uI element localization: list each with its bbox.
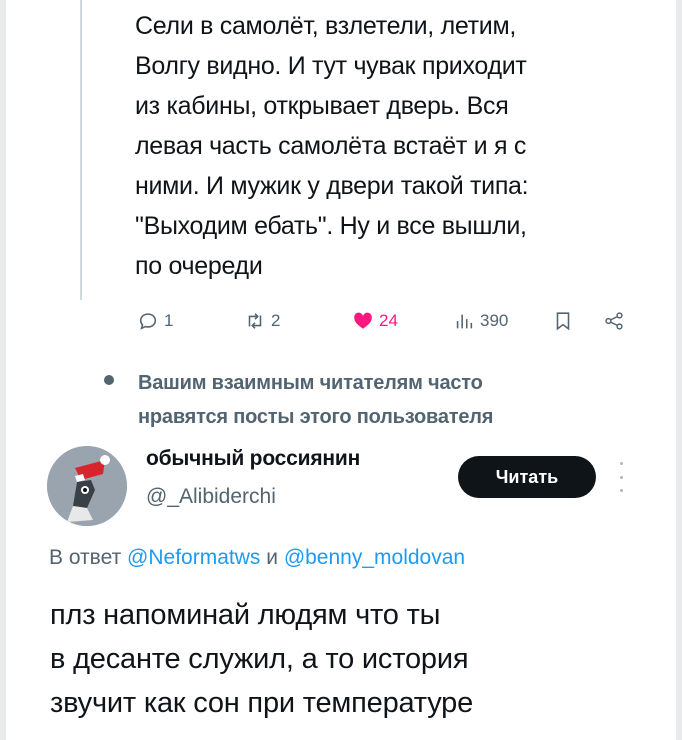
reply-prefix: В ответ xyxy=(49,546,122,569)
follow-button[interactable]: Читать xyxy=(458,456,596,498)
share-icon xyxy=(605,312,623,330)
bookmark-button[interactable] xyxy=(552,306,574,336)
reply-line: звучит как сон при температуре xyxy=(50,687,474,719)
retweet-count: 2 xyxy=(271,311,281,330)
tweet-actions-bar: 1 2 24 390 xyxy=(0,306,682,336)
right-frame-edge xyxy=(676,0,682,740)
thread-line xyxy=(80,0,82,300)
notice-line: нравятся посты этого пользователя xyxy=(138,406,494,428)
avatar[interactable] xyxy=(47,446,127,526)
reply-line: в десанте служил, а то история xyxy=(50,643,469,675)
user-display-name[interactable]: обычный россиянин xyxy=(146,447,360,471)
views-button[interactable]: 390 xyxy=(453,306,508,336)
tweet-body: Сели в самолёт, взлетели, летим, Волгу в… xyxy=(135,6,655,286)
tweet-line: по очереди xyxy=(135,252,263,280)
notice-line: Вашим взаимным читателям часто xyxy=(138,372,483,394)
avatar-image xyxy=(47,446,127,526)
heart-icon xyxy=(354,312,372,329)
bookmark-icon xyxy=(556,312,570,331)
reply-button[interactable]: 1 xyxy=(137,306,173,336)
reply-conjunction: и xyxy=(266,546,278,569)
reply-body: плз напоминай людям что ты в десанте слу… xyxy=(50,593,670,725)
heart-icon xyxy=(104,375,114,385)
mention-link[interactable]: @Neformatws xyxy=(127,546,260,569)
tweet-line: из кабины, открывает дверь. Вся xyxy=(135,92,509,120)
views-icon xyxy=(456,314,473,329)
reply-icon xyxy=(139,313,157,330)
left-frame-edge xyxy=(0,0,6,740)
more-options-icon[interactable] xyxy=(620,462,626,492)
user-handle[interactable]: @_Alibiderchi xyxy=(146,485,276,509)
tweet-line: Волгу видно. И тут чувак приходит xyxy=(135,52,527,80)
reply-line: плз напоминай людям что ты xyxy=(50,599,441,631)
tweet-line: левая часть самолёта встаёт и я с xyxy=(135,132,527,160)
retweet-icon xyxy=(248,313,262,329)
views-count: 390 xyxy=(480,311,509,330)
like-button[interactable]: 24 xyxy=(352,306,398,336)
tweet-line: "Выходим ебать". Ну и все вышли, xyxy=(135,212,527,240)
tweet-line: Сели в самолёт, взлетели, летим, xyxy=(135,12,517,40)
like-count: 24 xyxy=(379,311,398,330)
share-button[interactable] xyxy=(603,306,625,336)
mention-link[interactable]: @benny_moldovan xyxy=(284,546,465,569)
retweet-button[interactable]: 2 xyxy=(244,306,280,336)
reply-context: В ответ @Neformatws и @benny_moldovan xyxy=(49,546,465,570)
tweet-line: ними. И мужик у двери такой типа: xyxy=(135,172,529,200)
reply-count: 1 xyxy=(164,311,174,330)
